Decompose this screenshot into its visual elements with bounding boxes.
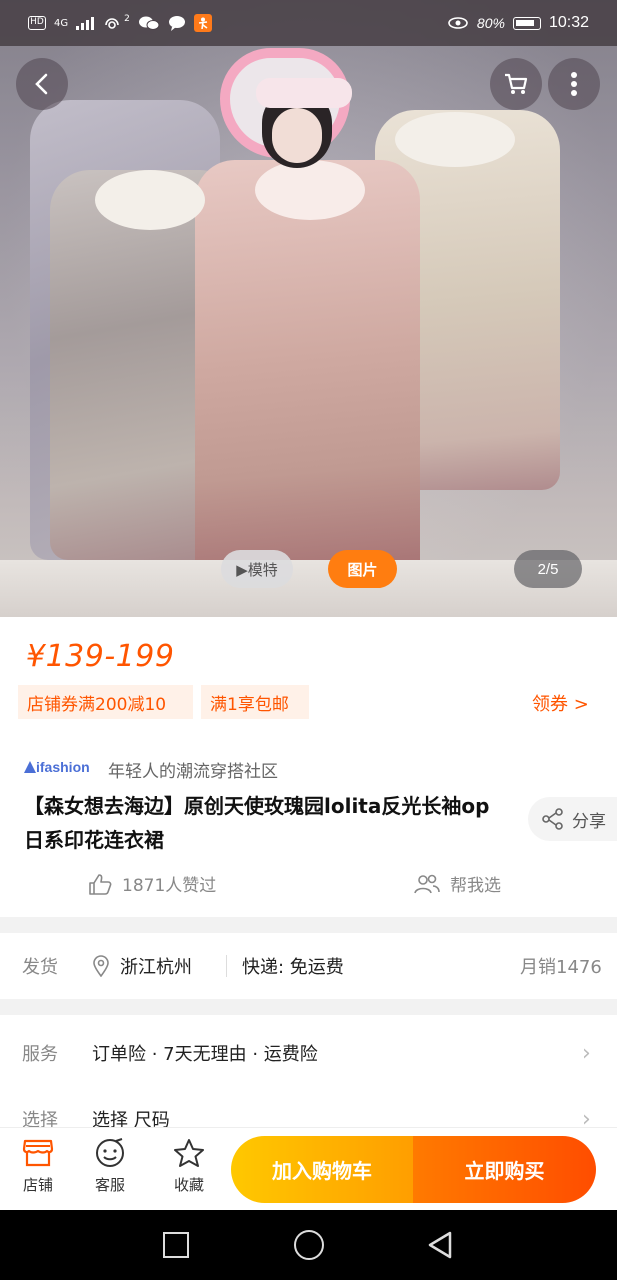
message-icon xyxy=(168,16,185,31)
dress-collar xyxy=(95,170,205,230)
image-counter: 2/5 xyxy=(514,550,582,588)
ifashion-logo[interactable]: ifashion xyxy=(24,759,90,775)
back-arrow-icon xyxy=(35,73,48,95)
buy-now-button[interactable]: 立即购买 xyxy=(413,1136,596,1203)
hd-icon: HD xyxy=(28,16,46,30)
thumbs-up-icon xyxy=(89,873,112,895)
share-button[interactable]: 分享 xyxy=(528,797,617,841)
status-bar: HD 4G 2 80% 10:32 xyxy=(0,0,617,46)
eye-comfort-icon xyxy=(448,17,468,29)
ifashion-logo-text: ifashion xyxy=(36,759,90,775)
model-bonnet xyxy=(256,78,352,108)
share-icon xyxy=(542,808,563,830)
chevron-right-icon: › xyxy=(582,1040,591,1066)
brand-tagline: 年轻人的潮流穿搭社区 xyxy=(108,762,278,782)
service-row[interactable]: 服务 订单险 · 7天无理由 · 运费险 › xyxy=(0,1021,617,1085)
store-coupon-tag[interactable]: 店铺券满200减10 xyxy=(18,685,193,719)
customer-service-label: 客服 xyxy=(94,1176,125,1194)
hotspot-icon xyxy=(105,18,119,29)
model-video-button[interactable]: ▶模特 xyxy=(221,550,293,588)
price: ¥139-199 xyxy=(26,639,175,674)
clock: 10:32 xyxy=(548,14,589,31)
bottom-action-bar: 店铺 客服 收藏 加入购物车 立即购买 xyxy=(0,1127,617,1210)
shipping-location: 浙江杭州 xyxy=(92,953,192,979)
service-card: 服务 订单险 · 7天无理由 · 运费险 › 选择 选择 尺码 › xyxy=(0,1015,617,1145)
cart-icon xyxy=(505,73,528,94)
store-label: 店铺 xyxy=(22,1176,53,1194)
chat-smile-icon xyxy=(96,1138,124,1167)
more-vertical-icon xyxy=(571,72,577,96)
shipping-label: 发货 xyxy=(22,957,58,978)
free-shipping-tag[interactable]: 满1享包邮 xyxy=(201,685,309,719)
model-face xyxy=(272,108,322,163)
shipping-fee: 快递: 免运费 xyxy=(242,957,344,978)
favorite-button[interactable]: 收藏 xyxy=(159,1138,219,1195)
store-icon xyxy=(22,1139,54,1167)
signal-icon xyxy=(76,16,95,30)
home-button[interactable] xyxy=(294,1230,324,1260)
customer-service-button[interactable]: 客服 xyxy=(80,1138,140,1195)
product-title: 【森女想去海边】原创天使玫瑰园lolita反光长袖op日系印花连衣裙 xyxy=(24,794,490,852)
get-coupon-link[interactable]: 领券 > xyxy=(532,690,589,716)
people-icon xyxy=(414,874,440,893)
service-label: 服务 xyxy=(22,1044,58,1065)
network-type: 4G xyxy=(54,17,69,29)
recent-apps-button[interactable] xyxy=(163,1232,189,1258)
system-navigation-bar xyxy=(0,1210,617,1280)
divider xyxy=(226,955,227,977)
product-info-card: ¥139-199 店铺券满200减10 满1享包邮 领券 > ifashion … xyxy=(0,617,617,917)
like-button[interactable]: 1871人赞过 xyxy=(88,871,216,896)
dress-collar xyxy=(255,160,365,220)
likes-count: 1871人赞过 xyxy=(122,876,217,896)
dress-image-model xyxy=(195,160,420,600)
add-to-cart-button[interactable]: 加入购物车 xyxy=(231,1136,413,1203)
hotspot-badge: 2 xyxy=(124,14,130,24)
battery-icon xyxy=(512,16,541,30)
service-value: 订单险 · 7天无理由 · 运费险 xyxy=(92,1044,318,1065)
app-notification-icon xyxy=(193,14,212,32)
help-me-pick-label: 帮我选 xyxy=(450,876,501,896)
store-button[interactable]: 店铺 xyxy=(8,1138,68,1195)
more-menu-button[interactable] xyxy=(548,58,600,110)
star-icon xyxy=(174,1139,204,1167)
wechat-icon xyxy=(138,16,160,30)
favorite-label: 收藏 xyxy=(173,1176,204,1194)
ifashion-logo-icon xyxy=(24,761,36,773)
back-triangle-button[interactable] xyxy=(425,1230,455,1260)
dress-collar xyxy=(395,112,515,167)
shipping-row[interactable]: 发货 浙江杭州 快递: 免运费 月销1476 xyxy=(0,933,617,999)
shipping-location-text: 浙江杭州 xyxy=(120,957,192,978)
cart-button[interactable] xyxy=(490,58,542,110)
back-button[interactable] xyxy=(16,58,68,110)
picture-tab-button[interactable]: 图片 xyxy=(328,550,397,588)
help-me-pick-button[interactable]: 帮我选 xyxy=(414,871,501,896)
location-pin-icon xyxy=(93,955,109,977)
monthly-sales: 月销1476 xyxy=(520,957,602,978)
battery-percent: 80% xyxy=(476,15,505,31)
share-label: 分享 xyxy=(572,811,606,832)
